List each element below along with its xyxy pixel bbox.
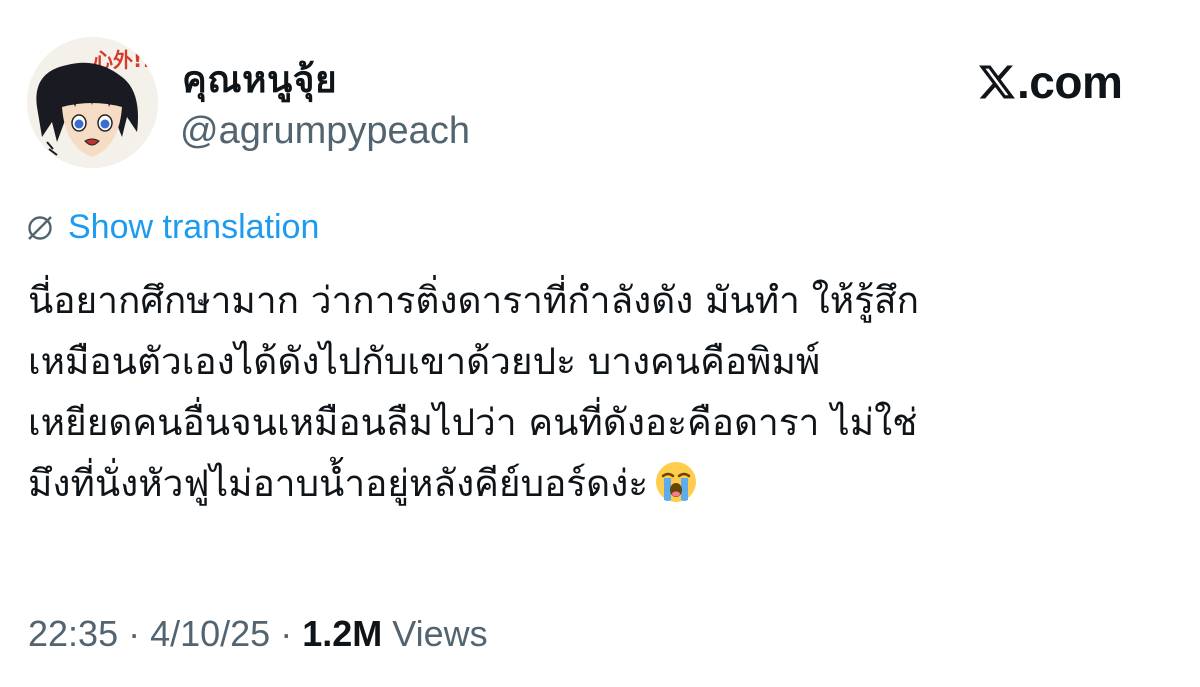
globe-slash-icon	[28, 215, 52, 240]
tweet-line: มึงที่นั่งหัวฟูไม่อาบน้ำอยู่หลังคีย์บอร์…	[28, 462, 649, 505]
meta-separator: ·	[118, 613, 151, 654]
x-brand-logo: .com	[979, 55, 1123, 109]
anime-character-avatar: 心外!!	[27, 37, 158, 168]
tweet-text: นี่อยากศึกษามาก ว่าการติ่งดาราที่กำลังดั…	[28, 270, 1178, 522]
display-name[interactable]: คุณหนูจุ้ย	[182, 50, 337, 109]
tweet-date[interactable]: 4/10/25	[150, 613, 270, 654]
tweet-line-last: มึงที่นั่งหัวฟูไม่อาบน้ำอยู่หลังคีย์บอร์…	[28, 453, 1178, 522]
views-label: Views	[382, 613, 488, 654]
show-translation-label[interactable]: Show translation	[68, 208, 319, 247]
show-translation-button[interactable]: Show translation	[26, 208, 319, 247]
views-count[interactable]: 1.2M	[302, 613, 382, 654]
tweet-time[interactable]: 22:35	[28, 613, 118, 654]
tweet-meta: 22:35 · 4/10/25 · 1.2M Views	[28, 613, 488, 655]
meta-separator: ·	[270, 613, 303, 654]
x-logo-text: .com	[1017, 56, 1123, 108]
tweet-line: นี่อยากศึกษามาก ว่าการติ่งดาราที่กำลังดั…	[28, 279, 919, 322]
tweet-line: เหมือนตัวเองได้ดังไปกับเขาด้วยปะ บางคนคื…	[28, 340, 821, 383]
user-handle[interactable]: @agrumpypeach	[180, 110, 470, 153]
avatar[interactable]: 心外!!	[27, 37, 158, 168]
loudly-crying-face-emoji	[654, 460, 698, 522]
x-logo-icon	[979, 65, 1015, 99]
tweet-line: เหยียดคนอื่นจนเหมือนลืมไปว่า คนที่ดังอะค…	[28, 401, 918, 444]
tweet-card: 心外!! คุณหนูจุ้ย @agrumpypeach .com Show …	[0, 0, 1200, 687]
